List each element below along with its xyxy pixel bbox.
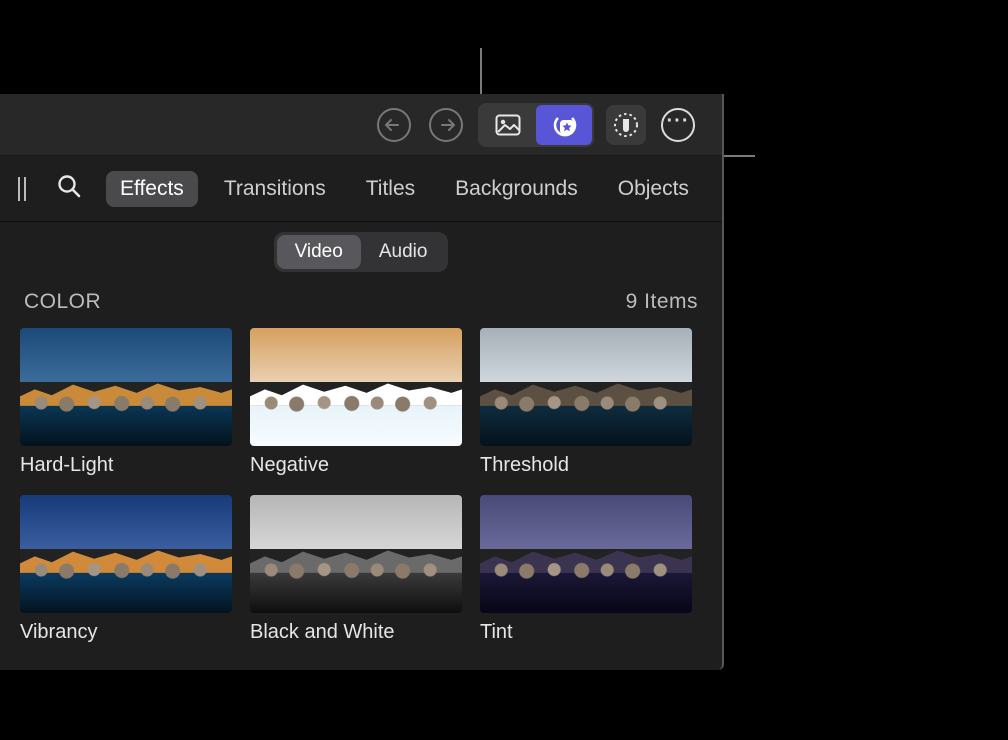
- effect-thumbnail: [20, 495, 232, 613]
- media-type-segment-row: VideoAudio: [0, 222, 722, 280]
- keyframe-button[interactable]: [606, 105, 646, 145]
- ellipsis-icon: ···: [661, 108, 695, 142]
- section-header: COLOR 9 Items: [0, 280, 722, 328]
- segment-audio[interactable]: Audio: [361, 235, 446, 269]
- search-icon: [56, 173, 82, 199]
- redo-icon: [429, 108, 463, 142]
- effect-card[interactable]: Vibrancy: [20, 495, 232, 644]
- tab-effects[interactable]: Effects: [106, 171, 198, 207]
- effect-card[interactable]: Black and White: [250, 495, 462, 644]
- effect-label: Negative: [250, 454, 462, 477]
- effect-label: Vibrancy: [20, 621, 232, 644]
- effect-thumbnail: [250, 495, 462, 613]
- undo-button[interactable]: [374, 105, 414, 145]
- browser-mode-segmented: [478, 103, 594, 147]
- effect-label: Tint: [480, 621, 692, 644]
- tab-backgrounds[interactable]: Backgrounds: [441, 171, 592, 207]
- effects-browser-button[interactable]: [536, 105, 592, 145]
- effect-thumbnail: [480, 495, 692, 613]
- search-button[interactable]: [56, 173, 82, 204]
- callout-line-vertical: [480, 48, 482, 100]
- undo-icon: [377, 108, 411, 142]
- tab-objects[interactable]: Objects: [604, 171, 703, 207]
- effects-grid: Hard-Light Negative Threshold Vibrancy Black…: [0, 328, 722, 670]
- segment-video[interactable]: Video: [277, 235, 361, 269]
- effect-label: Black and White: [250, 621, 462, 644]
- effect-thumbnail: [20, 328, 232, 446]
- media-type-segmented: VideoAudio: [274, 232, 449, 272]
- effect-thumbnail: [250, 328, 462, 446]
- toolbar: ···: [0, 94, 722, 156]
- badge-dotted-icon: [612, 111, 640, 139]
- section-item-count: 9 Items: [626, 290, 698, 314]
- effect-label: Hard-Light: [20, 454, 232, 477]
- section-title: COLOR: [24, 290, 101, 314]
- browser-tabs: Effects Transitions Titles Backgrounds Objec…: [0, 156, 722, 222]
- media-browser-button[interactable]: [480, 105, 536, 145]
- browser-panel: ··· Effects Transitions Titles Backgrounds O…: [0, 94, 724, 670]
- effect-card[interactable]: Threshold: [480, 328, 692, 477]
- effect-thumbnail: [480, 328, 692, 446]
- image-icon: [495, 114, 521, 136]
- redo-button[interactable]: [426, 105, 466, 145]
- effects-star-icon: [550, 112, 578, 138]
- tab-transitions[interactable]: Transitions: [210, 171, 340, 207]
- panel-drag-handle[interactable]: [18, 177, 32, 201]
- effect-card[interactable]: Negative: [250, 328, 462, 477]
- effect-card[interactable]: Hard-Light: [20, 328, 232, 477]
- effect-card[interactable]: Tint: [480, 495, 692, 644]
- tab-titles[interactable]: Titles: [352, 171, 429, 207]
- effect-label: Threshold: [480, 454, 692, 477]
- more-button[interactable]: ···: [658, 105, 698, 145]
